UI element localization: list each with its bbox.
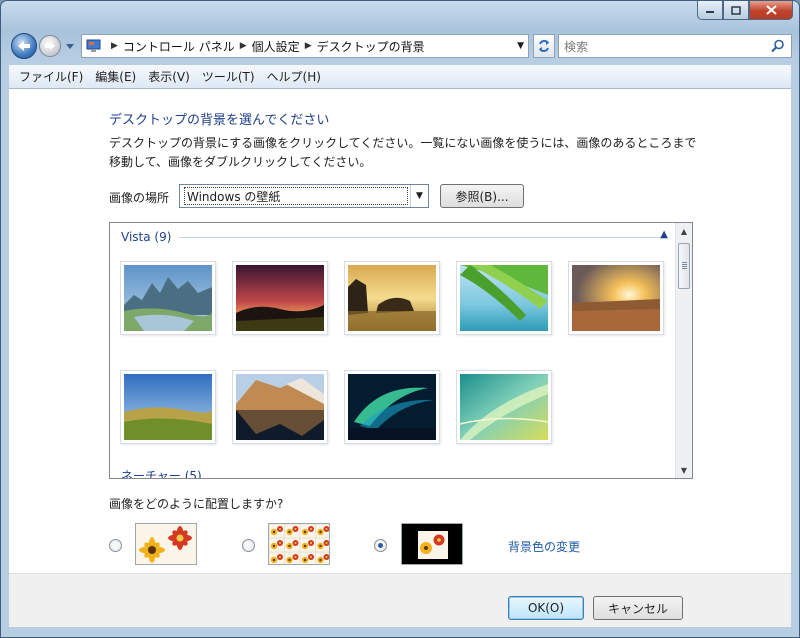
wallpaper-thumbnail[interactable] [120,370,216,444]
position-radio-fit[interactable] [109,539,122,552]
control-panel-icon [86,39,101,52]
wallpaper-thumbnail[interactable] [120,261,216,335]
flower-center-image [402,524,462,564]
wallpaper-thumbnail[interactable] [568,261,664,335]
location-value: Windows の壁紙 [187,189,281,204]
wallpaper-thumbnail[interactable] [232,261,328,335]
breadcrumb-desktop-background[interactable]: デスクトップの背景 [317,38,425,55]
breadcrumb-control-panel[interactable]: コントロール パネル [123,38,235,55]
change-background-color-link[interactable]: 背景色の変更 [508,538,580,555]
palm-leaf-image [460,265,548,331]
navigation-bar: ▶ コントロール パネル ▶ 個人設定 ▶ デスクトップの背景 ▼ 検索 [9,31,792,61]
sunset-hills-image [236,265,324,331]
collapse-icon[interactable]: ▲ [660,229,668,240]
forward-button[interactable] [39,35,61,57]
menu-view[interactable]: 表示(V) [142,68,196,85]
location-select[interactable]: Windows の壁紙 ▼ [179,184,429,208]
rocks-sea-image [348,265,436,331]
flower-fit-image [136,524,196,564]
scroll-down-arrow-icon[interactable]: ▼ [676,462,692,478]
vista-aurora-image [459,374,549,440]
group-header[interactable]: Vista (9) [121,229,662,245]
search-icon[interactable] [771,39,785,53]
scroll-up-arrow-icon[interactable]: ▲ [676,223,692,239]
refresh-button[interactable] [533,34,555,58]
page-title: デスクトップの背景を選んでください [109,113,330,128]
sunrise-field-image [572,265,660,331]
position-option-center[interactable] [401,523,463,565]
search-placeholder: 検索 [564,39,589,54]
address-bar[interactable]: ▶ コントロール パネル ▶ 個人設定 ▶ デスクトップの背景 ▼ [81,34,529,58]
flower-tile-image [269,524,329,564]
scroll-thumb[interactable] [678,243,690,289]
menu-help[interactable]: ヘルプ(H) [261,68,327,85]
position-option-fit[interactable] [135,523,197,565]
menu-file[interactable]: ファイル(F) [13,68,89,85]
chevron-down-icon [66,44,74,49]
green-hills-image [124,374,213,440]
wallpaper-thumbnail[interactable] [456,370,552,444]
refresh-icon [539,40,549,52]
ok-button[interactable]: OK(O) [508,596,584,620]
aurora-image [348,374,436,440]
wallpaper-thumbnail[interactable] [232,370,328,444]
position-question: 画像をどのように配置しますか? [109,497,284,511]
window: ▶ コントロール パネル ▶ 個人設定 ▶ デスクトップの背景 ▼ 検索 ファイ… [0,0,800,638]
wallpaper-gallery: Vista (9) ▲ ネーチャー (5) ▲ ▼ [109,222,693,479]
gallery-scrollbar[interactable]: ▲ ▼ [675,223,692,478]
cancel-button[interactable]: キャンセル [593,596,683,620]
arrow-right-icon [45,42,55,50]
maximize-button[interactable] [723,1,749,20]
search-input[interactable]: 検索 [558,34,792,58]
close-icon [765,5,777,15]
menu-bar: ファイル(F) 編集(E) 表示(V) ツール(T) ヘルプ(H) [9,65,791,89]
location-label: 画像の場所 [109,191,170,205]
position-option-tile[interactable] [268,523,330,565]
group-title: Vista (9) [121,230,172,244]
maximize-icon [731,5,741,15]
minimize-button[interactable] [697,1,723,20]
recent-pages-button[interactable] [65,40,75,54]
wallpaper-thumbnail[interactable] [344,261,440,335]
chevron-down-icon[interactable]: ▼ [410,185,428,207]
position-radio-center[interactable] [374,539,387,552]
wallpaper-thumbnail[interactable] [456,261,552,335]
next-group-title[interactable]: ネーチャー (5) [121,467,202,478]
mountain-lake-image [236,374,324,440]
menu-edit[interactable]: 編集(E) [89,68,142,85]
breadcrumb-separator: ▶ [304,41,312,51]
landscape-river-image [124,265,213,331]
dialog-footer: OK(O) キャンセル [9,574,791,627]
content-pane: デスクトップの背景を選んでください デスクトップの背景にする画像をクリックしてく… [9,89,791,627]
close-button[interactable] [749,1,793,20]
back-button[interactable] [11,33,37,59]
chevron-down-icon[interactable]: ▼ [517,41,524,51]
breadcrumb-separator: ▶ [239,41,247,51]
minimize-icon [706,11,714,13]
breadcrumb-separator: ▶ [111,41,118,51]
arrow-left-icon [18,41,30,51]
page-description: デスクトップの背景にする画像をクリックしてください。一覧にない画像を使うには、画… [109,136,697,169]
position-radio-tile[interactable] [242,539,255,552]
browse-button[interactable]: 参照(B)... [440,184,524,208]
breadcrumb-personalization[interactable]: 個人設定 [252,38,300,55]
group-divider [179,236,662,238]
wallpaper-thumbnail[interactable] [344,370,440,444]
caption-buttons [697,1,793,21]
menu-tools[interactable]: ツール(T) [196,68,261,85]
